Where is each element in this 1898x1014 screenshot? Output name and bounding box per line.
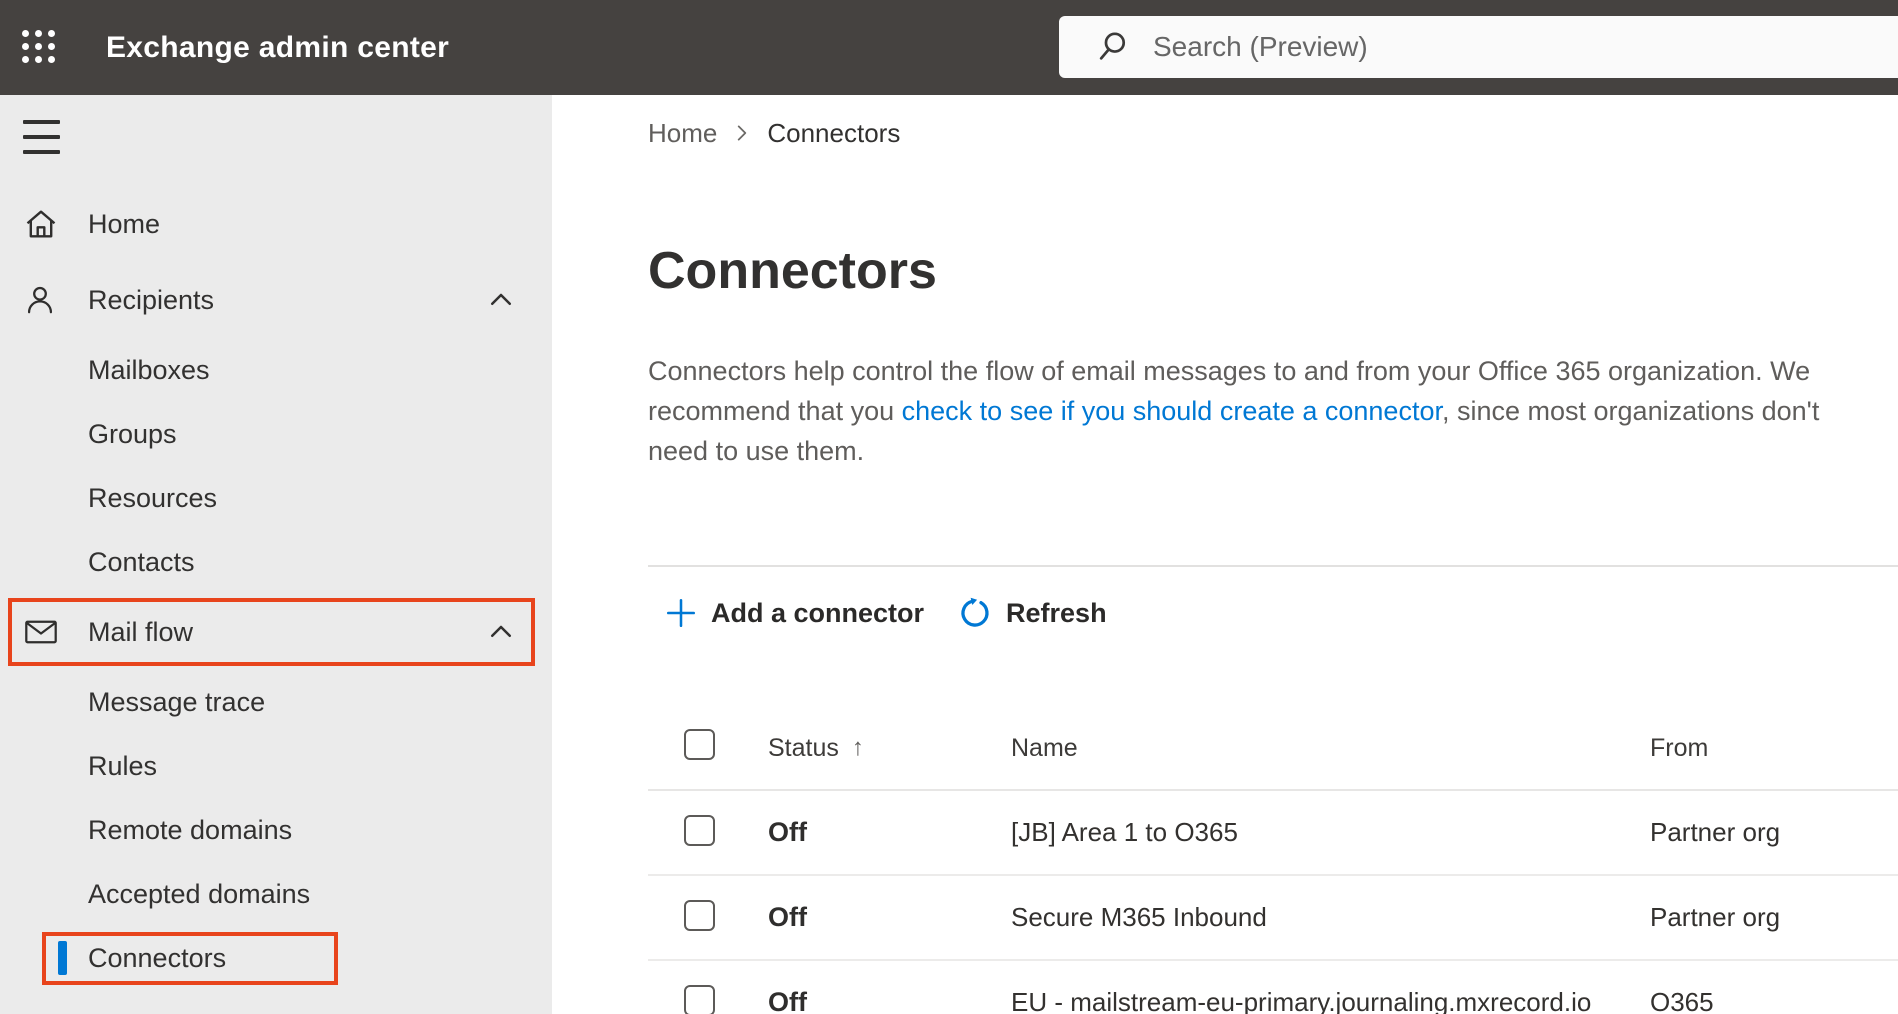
row-checkbox[interactable] bbox=[684, 899, 715, 931]
refresh-label: Refresh bbox=[1006, 597, 1107, 628]
sidebar-item-rules[interactable]: Rules bbox=[0, 734, 552, 798]
breadcrumb-current: Connectors bbox=[767, 118, 901, 148]
sidebar-item-label: Mail flow bbox=[88, 616, 194, 647]
status-cell: Off bbox=[768, 817, 807, 847]
breadcrumb: Home Connectors bbox=[648, 119, 1898, 147]
sidebar-item-label: Remote domains bbox=[88, 814, 293, 845]
main-content: Home Connectors Connectors Connectors he… bbox=[552, 95, 1898, 1014]
nav-list: Home Recipients Mailboxes Groups Resourc… bbox=[0, 186, 552, 990]
toolbar-divider bbox=[648, 565, 1898, 567]
plus-icon bbox=[664, 596, 698, 630]
from-cell: Partner org bbox=[1650, 902, 1781, 932]
row-checkbox[interactable] bbox=[684, 984, 715, 1014]
sidebar-item-mailboxes[interactable]: Mailboxes bbox=[0, 338, 552, 402]
chevron-up-icon[interactable] bbox=[486, 617, 516, 647]
sidebar-item-label: Accepted domains bbox=[88, 878, 311, 909]
sidebar-item-mail-flow[interactable]: Mail flow bbox=[0, 594, 552, 670]
create-connector-check-link[interactable]: check to see if you should create a conn… bbox=[902, 396, 1442, 426]
from-cell: O365 bbox=[1650, 987, 1714, 1014]
sidebar-item-accepted-domains[interactable]: Accepted domains bbox=[0, 862, 552, 926]
status-cell: Off bbox=[768, 902, 807, 932]
chevron-up-icon[interactable] bbox=[486, 285, 516, 315]
breadcrumb-home-link[interactable]: Home bbox=[648, 119, 717, 147]
table-row: Off Secure M365 Inbound Partner org bbox=[648, 876, 1898, 961]
selected-indicator bbox=[58, 941, 67, 975]
refresh-button[interactable]: Refresh bbox=[957, 595, 1107, 631]
search-icon bbox=[1097, 31, 1129, 63]
sidebar-item-label: Message trace bbox=[88, 686, 266, 717]
sidebar-item-recipients[interactable]: Recipients bbox=[0, 262, 552, 338]
sidebar-item-label: Recipients bbox=[88, 284, 215, 315]
select-all-checkbox[interactable] bbox=[684, 729, 715, 760]
connector-name-link[interactable]: Secure M365 Inbound bbox=[1011, 902, 1650, 933]
page-description: Connectors help control the flow of emai… bbox=[648, 351, 1866, 471]
column-header-status[interactable]: Status ↑ bbox=[768, 734, 1011, 763]
connectors-table: Status ↑ Name From Off [JB] Area 1 to O3… bbox=[648, 707, 1898, 1014]
global-search-box[interactable] bbox=[1059, 16, 1898, 78]
app-title: Exchange admin center bbox=[106, 30, 450, 64]
top-app-bar: Exchange admin center bbox=[0, 0, 1898, 95]
app-launcher-waffle-icon[interactable] bbox=[22, 29, 58, 66]
column-header-name[interactable]: Name bbox=[1011, 734, 1650, 763]
sidebar-item-message-trace[interactable]: Message trace bbox=[0, 670, 552, 734]
table-row: Off EU - mailstream-eu-primary.journalin… bbox=[648, 961, 1898, 1014]
sidebar-item-label: Rules bbox=[88, 750, 158, 781]
add-connector-label: Add a connector bbox=[711, 597, 925, 628]
connector-name-link[interactable]: EU - mailstream-eu-primary.journaling.mx… bbox=[1011, 987, 1650, 1014]
search-input[interactable] bbox=[1153, 31, 1898, 63]
home-icon bbox=[23, 206, 59, 242]
sidebar-nav: Home Recipients Mailboxes Groups Resourc… bbox=[0, 95, 552, 1014]
command-bar: Add a connector Refresh bbox=[648, 584, 1898, 642]
table-row: Off [JB] Area 1 to O365 Partner org bbox=[648, 791, 1898, 876]
sidebar-item-resources[interactable]: Resources bbox=[0, 466, 552, 530]
sidebar-item-remote-domains[interactable]: Remote domains bbox=[0, 798, 552, 862]
hamburger-menu-icon[interactable] bbox=[23, 120, 60, 154]
mail-icon bbox=[23, 616, 59, 648]
sidebar-item-label: Home bbox=[88, 208, 161, 239]
from-cell: Partner org bbox=[1650, 817, 1781, 847]
chevron-right-icon bbox=[731, 122, 753, 144]
status-cell: Off bbox=[768, 987, 807, 1014]
sidebar-item-home[interactable]: Home bbox=[0, 186, 552, 262]
sidebar-item-label: Mailboxes bbox=[88, 354, 210, 385]
refresh-icon bbox=[957, 595, 993, 631]
sidebar-item-label: Resources bbox=[88, 482, 218, 513]
sort-ascending-icon: ↑ bbox=[851, 734, 864, 761]
sidebar-item-contacts[interactable]: Contacts bbox=[0, 530, 552, 594]
status-header-label: Status bbox=[768, 733, 839, 762]
add-connector-button[interactable]: Add a connector bbox=[664, 596, 924, 630]
table-header-row: Status ↑ Name From bbox=[648, 707, 1898, 791]
sidebar-item-connectors[interactable]: Connectors bbox=[0, 926, 552, 990]
sidebar-item-label: Groups bbox=[88, 418, 177, 449]
column-header-from[interactable]: From bbox=[1650, 734, 1898, 763]
sidebar-item-label: Connectors bbox=[88, 942, 227, 973]
page-title: Connectors bbox=[648, 242, 937, 300]
row-checkbox[interactable] bbox=[684, 814, 715, 846]
sidebar-item-label: Contacts bbox=[88, 546, 195, 577]
connector-name-link[interactable]: [JB] Area 1 to O365 bbox=[1011, 817, 1650, 848]
person-icon bbox=[23, 283, 57, 317]
sidebar-item-groups[interactable]: Groups bbox=[0, 402, 552, 466]
